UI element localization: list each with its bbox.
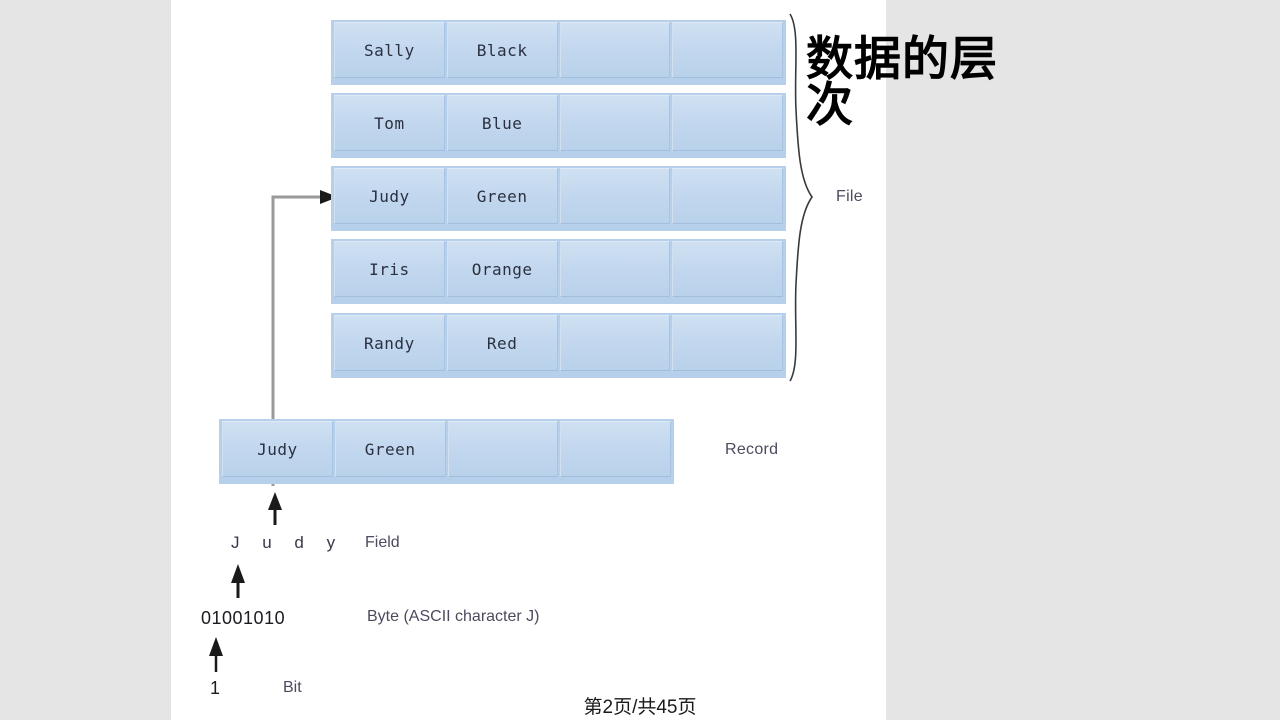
record-cell[interactable] bbox=[560, 421, 671, 477]
field-label: Field bbox=[365, 534, 400, 551]
byte-value: 01001010 bbox=[201, 608, 286, 628]
table-cell[interactable]: Green bbox=[446, 168, 558, 224]
table-cell[interactable]: Red bbox=[446, 315, 558, 371]
table-cell[interactable] bbox=[672, 22, 783, 78]
table-cell[interactable]: Black bbox=[446, 22, 558, 78]
byte-to-field-arrowhead-icon bbox=[231, 564, 245, 583]
table-cell[interactable]: Tom bbox=[334, 95, 445, 151]
field-value: J u d y bbox=[231, 533, 345, 552]
table-cell[interactable]: Blue bbox=[446, 95, 558, 151]
table-cell[interactable] bbox=[672, 241, 783, 297]
table-cell[interactable] bbox=[559, 95, 671, 151]
file-label: File bbox=[836, 188, 863, 205]
record-cell[interactable]: Judy bbox=[222, 421, 333, 477]
table-row[interactable]: Sally Black bbox=[331, 20, 786, 85]
table-cell[interactable] bbox=[672, 168, 783, 224]
table-row[interactable]: Iris Orange bbox=[331, 239, 786, 304]
byte-label: Byte (ASCII character J) bbox=[367, 608, 540, 625]
table-cell[interactable] bbox=[672, 95, 783, 151]
table-row[interactable]: Randy Red bbox=[331, 313, 786, 378]
table-row[interactable]: Tom Blue bbox=[331, 93, 786, 158]
table-cell[interactable] bbox=[559, 22, 671, 78]
page-title: 数据的层次 bbox=[806, 32, 998, 132]
record-cell[interactable]: Green bbox=[334, 421, 446, 477]
table-cell[interactable]: Judy bbox=[334, 168, 445, 224]
table-cell[interactable]: Orange bbox=[446, 241, 558, 297]
field-to-record-arrowhead-icon bbox=[268, 492, 282, 510]
table-cell[interactable]: Sally bbox=[334, 22, 445, 78]
table-cell[interactable] bbox=[559, 168, 671, 224]
bit-to-byte-arrowhead-icon bbox=[209, 637, 223, 656]
page-footer: 第2页/共45页 bbox=[583, 697, 697, 718]
record-label: Record bbox=[725, 441, 779, 458]
table-cell[interactable] bbox=[672, 315, 783, 371]
record-cell[interactable] bbox=[447, 421, 559, 477]
table-row[interactable]: Judy Green bbox=[331, 166, 786, 231]
table-cell[interactable]: Randy bbox=[334, 315, 445, 371]
table-cell[interactable] bbox=[559, 315, 671, 371]
table-cell[interactable] bbox=[559, 241, 671, 297]
table-cell[interactable]: Iris bbox=[334, 241, 445, 297]
record-row[interactable]: Judy Green bbox=[219, 419, 674, 484]
